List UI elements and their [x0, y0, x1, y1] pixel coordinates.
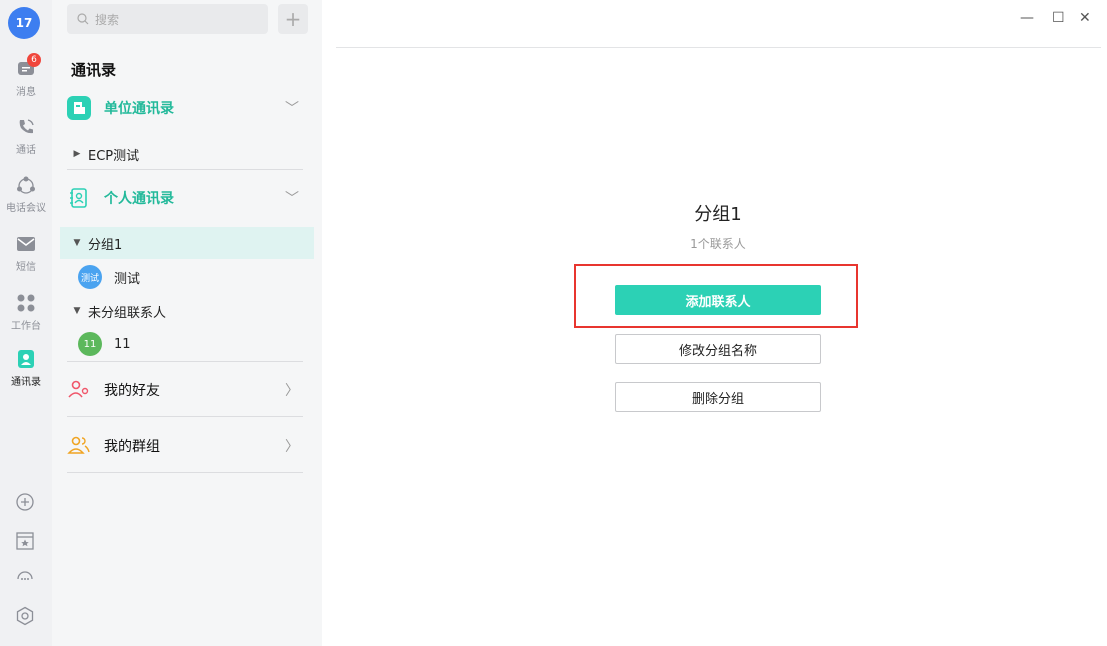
- contact-avatar: 11: [78, 332, 102, 356]
- add-button[interactable]: +: [278, 4, 308, 34]
- friends-icon: [68, 380, 89, 398]
- contact-row[interactable]: 11 11: [60, 328, 314, 360]
- left-nav-rail: 17 6 消息 通话 电话会议 短信 工作台 通讯录: [0, 0, 52, 646]
- contact-name: 测试: [114, 271, 141, 287]
- header-divider: [336, 47, 1101, 48]
- chevron-down-icon[interactable]: ﹀: [285, 188, 299, 208]
- list-item-ecp[interactable]: ▶ ECP测试: [60, 138, 314, 170]
- my-groups-section[interactable]: 我的群组 〉: [67, 426, 303, 466]
- personal-contacts-label: 个人通讯录: [104, 191, 174, 207]
- divider: [67, 416, 303, 417]
- delete-group-button[interactable]: 删除分组: [615, 382, 821, 412]
- calendar-star-icon[interactable]: [14, 530, 36, 552]
- contacts-icon: [18, 350, 34, 368]
- add-circle-icon[interactable]: [14, 491, 36, 513]
- support-icon[interactable]: [14, 566, 36, 588]
- nav-label: 电话会议: [6, 203, 46, 214]
- unread-badge: 6: [27, 53, 41, 67]
- nav-workbench[interactable]: 工作台: [0, 292, 52, 332]
- org-contacts-icon: [67, 96, 91, 120]
- caret-down-icon[interactable]: ▼: [66, 238, 88, 248]
- contact-avatar: 测试: [78, 265, 102, 289]
- nav-messages[interactable]: 6 消息: [0, 53, 52, 98]
- search-icon: [77, 13, 89, 25]
- org-contacts-label: 单位通讯录: [104, 101, 174, 117]
- nav-label: 通讯录: [11, 377, 41, 388]
- nav-calls[interactable]: 通话: [0, 116, 52, 156]
- search-input[interactable]: 搜索: [67, 4, 268, 34]
- contact-row[interactable]: 测试 测试: [60, 261, 314, 293]
- list-item-label: ECP测试: [88, 148, 140, 164]
- group-label: 未分组联系人: [88, 305, 167, 321]
- contacts-sidebar: 搜索 + 通讯录 单位通讯录 ﹀ ▶ ECP测试 个人通讯录 ﹀ ▼ 分组1 测…: [52, 0, 322, 646]
- caret-right-icon[interactable]: ▶: [66, 149, 88, 159]
- group-row-ungrouped[interactable]: ▼ 未分组联系人: [60, 295, 314, 327]
- search-placeholder: 搜索: [95, 12, 120, 27]
- settings-icon[interactable]: [14, 605, 36, 627]
- personal-contacts-section[interactable]: 个人通讯录 ﹀: [67, 178, 303, 218]
- nav-label: 消息: [16, 87, 36, 98]
- nav-label: 通话: [16, 145, 36, 156]
- my-groups-icon: [67, 436, 90, 454]
- friends-section[interactable]: 我的好友 〉: [67, 370, 303, 410]
- user-avatar[interactable]: 17: [8, 7, 40, 39]
- maximize-button[interactable]: ☐: [1052, 10, 1065, 26]
- divider: [67, 169, 303, 170]
- my-groups-label: 我的群组: [104, 439, 160, 455]
- caret-down-icon[interactable]: ▼: [66, 306, 88, 316]
- nav-conference[interactable]: 电话会议: [0, 174, 52, 214]
- sms-icon: [17, 237, 35, 251]
- nav-label: 工作台: [11, 321, 41, 332]
- chevron-right-icon[interactable]: 〉: [285, 380, 299, 400]
- friends-label: 我的好友: [104, 383, 160, 399]
- nav-contacts[interactable]: 通讯录: [0, 348, 52, 388]
- personal-contacts-icon: [70, 188, 87, 208]
- group-label: 分组1: [88, 237, 123, 253]
- org-contacts-section[interactable]: 单位通讯录 ﹀: [67, 88, 303, 128]
- divider: [67, 361, 303, 362]
- workbench-icon: [17, 294, 35, 312]
- page-title: 通讯录: [71, 61, 117, 79]
- chevron-right-icon[interactable]: 〉: [285, 436, 299, 456]
- divider: [67, 472, 303, 473]
- conference-icon: [17, 176, 35, 194]
- contact-count: 1个联系人: [690, 237, 746, 251]
- group-title: 分组1: [694, 204, 742, 225]
- nav-sms[interactable]: 短信: [0, 233, 52, 273]
- contact-name: 11: [114, 336, 131, 352]
- phone-icon: [19, 119, 34, 134]
- nav-label: 短信: [16, 262, 36, 273]
- chevron-down-icon[interactable]: ﹀: [285, 98, 299, 118]
- rename-group-button[interactable]: 修改分组名称: [615, 334, 821, 364]
- add-contact-button[interactable]: 添加联系人: [615, 285, 821, 315]
- minimize-button[interactable]: —: [1020, 10, 1034, 26]
- close-button[interactable]: ✕: [1079, 10, 1091, 26]
- group-row-1[interactable]: ▼ 分组1: [60, 227, 314, 259]
